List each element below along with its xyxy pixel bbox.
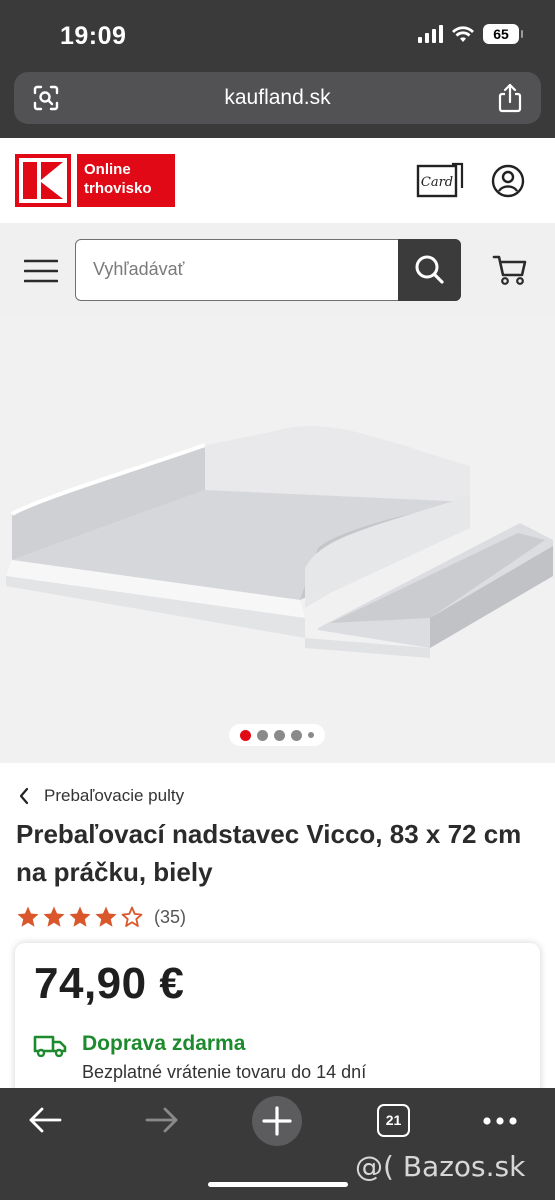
- url-text[interactable]: kaufland.sk: [14, 86, 541, 110]
- watermark: @( Bazos.sk: [355, 1150, 526, 1183]
- product-title: Prebaľovací nadstavec Vicco, 83 x 72 cm …: [16, 819, 522, 887]
- breadcrumb[interactable]: Prebaľovacie pulty: [18, 786, 184, 806]
- status-time: 19:09: [60, 22, 127, 50]
- pagination-dot[interactable]: [291, 729, 302, 741]
- search-input[interactable]: Vyhľadávať: [75, 239, 461, 301]
- back-arrow-icon[interactable]: [28, 1106, 62, 1134]
- tabs-button[interactable]: 21: [377, 1104, 410, 1137]
- address-bar[interactable]: kaufland.sk: [14, 72, 541, 124]
- share-icon[interactable]: [497, 83, 523, 113]
- search-icon: [415, 255, 444, 284]
- battery-indicator: 65: [483, 24, 523, 44]
- kaufland-logo[interactable]: [15, 154, 71, 207]
- status-icons: 65: [418, 24, 523, 44]
- truck-icon: [33, 1035, 67, 1057]
- home-indicator: [208, 1182, 348, 1187]
- forward-arrow-icon[interactable]: [145, 1106, 179, 1134]
- search-placeholder: Vyhľadávať: [93, 259, 185, 279]
- menu-icon[interactable]: [24, 258, 58, 284]
- star-full-icon: [43, 906, 65, 927]
- site-header: Online trhovisko Card: [0, 138, 555, 223]
- star-full-icon: [95, 906, 117, 927]
- more-icon[interactable]: [482, 1116, 518, 1126]
- search-row: Vyhľadávať: [0, 223, 555, 318]
- page: 19:09 65 kaufland.sk Online trhovisko Ca…: [0, 0, 555, 1200]
- pagination-dot[interactable]: [257, 729, 268, 741]
- logo-label[interactable]: Online trhovisko: [77, 154, 175, 207]
- account-icon[interactable]: [491, 164, 525, 198]
- search-button[interactable]: [398, 239, 461, 301]
- card-icon-text: Card: [421, 175, 453, 190]
- pagination-dot[interactable]: [308, 732, 314, 738]
- product-rating[interactable]: (35): [16, 905, 186, 929]
- pagination-dot-active[interactable]: [240, 729, 251, 741]
- product-price: 74,90 €: [34, 959, 185, 1008]
- shipping-label: Doprava zdarma: [82, 1032, 246, 1055]
- signal-icon: [418, 25, 443, 43]
- star-empty-icon: [121, 906, 143, 927]
- star-full-icon: [69, 906, 91, 927]
- rating-count[interactable]: (35): [154, 907, 186, 928]
- breadcrumb-link[interactable]: Prebaľovacie pulty: [44, 786, 184, 806]
- star-full-icon: [17, 906, 39, 927]
- new-tab-button[interactable]: [252, 1096, 302, 1146]
- loyalty-card-icon[interactable]: Card: [416, 162, 464, 198]
- product-image: [6, 426, 553, 658]
- returns-label: Bezplatné vrátenie tovaru do 14 dní: [82, 1062, 367, 1082]
- pagination-dot[interactable]: [274, 729, 285, 741]
- plus-icon: [262, 1106, 292, 1136]
- chevron-left-icon: [19, 787, 29, 805]
- wifi-icon: [452, 26, 474, 42]
- product-gallery[interactable]: [0, 318, 555, 763]
- kaufland-logo-mark: [19, 158, 67, 203]
- browser-chrome: 19:09 65 kaufland.sk: [0, 0, 555, 138]
- cart-icon[interactable]: [492, 253, 528, 287]
- gallery-pagination[interactable]: [229, 724, 325, 746]
